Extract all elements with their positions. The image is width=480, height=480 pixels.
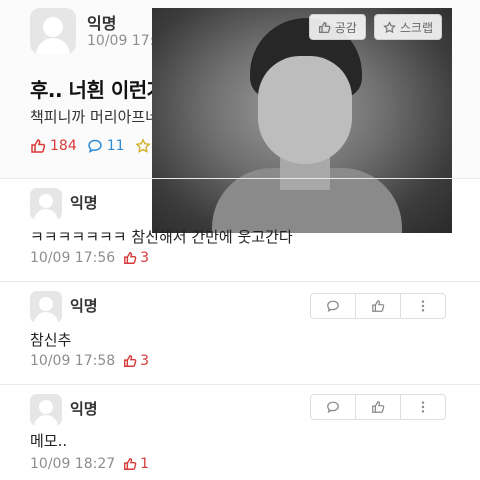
user-avatar-icon [30,394,62,426]
comment-item: 익명 참신추 10/09 17:58 3 [0,283,480,383]
comment-meta: 10/09 18:27 1 [30,456,149,472]
post-author: 익명 [87,14,117,33]
speech-bubble-icon [327,300,339,312]
thumbs-up-icon [372,300,385,312]
user-avatar-icon [30,8,76,54]
user-avatar-icon [30,188,62,220]
thumbs-up-icon [124,252,137,264]
reply-button[interactable] [311,395,356,419]
scrap-button[interactable]: 스크랩 [373,14,442,40]
thumbs-up-icon [124,355,137,367]
post-stats: 184 11 3 [30,138,163,154]
like-button[interactable]: 공감 [308,14,366,40]
comment-like-count: 3 [123,250,149,266]
thumbs-up-icon [318,21,331,33]
comment-like-count: 3 [123,353,149,369]
reply-button[interactable] [311,294,356,318]
comment-like-button[interactable] [356,294,401,318]
comment-like-value: 3 [140,250,150,266]
comment-author: 익명 [70,400,98,418]
like-button-label: 공감 [334,20,357,35]
comment-like-count: 1 [123,456,149,472]
comment-time: 10/09 18:27 [30,456,116,472]
more-vertical-icon [421,401,425,413]
comment-actions [310,394,446,420]
thumbs-up-icon [372,401,385,413]
more-button[interactable] [401,395,445,419]
star-icon [383,20,396,33]
speech-bubble-icon [327,401,339,413]
user-avatar-icon [30,291,62,323]
star-icon [134,138,151,153]
comment-time: 10/09 17:58 [30,353,116,369]
like-count-value: 184 [50,138,77,154]
comment-text: ㅋㅋㅋㅋㅋㅋㅋ 참신해서 간만에 웃고간다 [30,228,293,246]
comment-item: 익명 메모.. 10/09 18:27 1 [0,386,480,480]
comment-meta: 10/09 17:58 3 [30,353,149,369]
comment-count: 11 [87,138,125,154]
comment-author: 익명 [70,194,98,212]
comment-item: 익명 ㅋㅋㅋㅋㅋㅋㅋ 참신해서 간만에 웃고간다 10/09 17:56 3 [0,180,480,280]
thumbs-up-icon [124,458,137,470]
comment-like-value: 3 [140,353,150,369]
post-body: 책피니까 머리아프네 [30,108,159,126]
like-count: 184 [30,138,77,154]
divider [0,384,480,385]
comment-like-value: 1 [140,456,150,472]
comment-meta: 10/09 17:56 3 [30,250,149,266]
scrap-button-label: 스크랩 [399,20,433,35]
thumbs-up-icon [31,139,46,153]
speech-bubble-icon [87,139,102,153]
divider [0,281,480,282]
comment-time: 10/09 17:56 [30,250,116,266]
more-vertical-icon [421,300,425,312]
comment-like-button[interactable] [356,395,401,419]
comment-author: 익명 [70,297,98,315]
comment-text: 메모.. [30,432,68,450]
more-button[interactable] [401,294,445,318]
divider [0,178,480,179]
comment-text: 참신추 [30,331,72,349]
comment-count-value: 11 [106,138,125,154]
comment-actions [310,293,446,319]
